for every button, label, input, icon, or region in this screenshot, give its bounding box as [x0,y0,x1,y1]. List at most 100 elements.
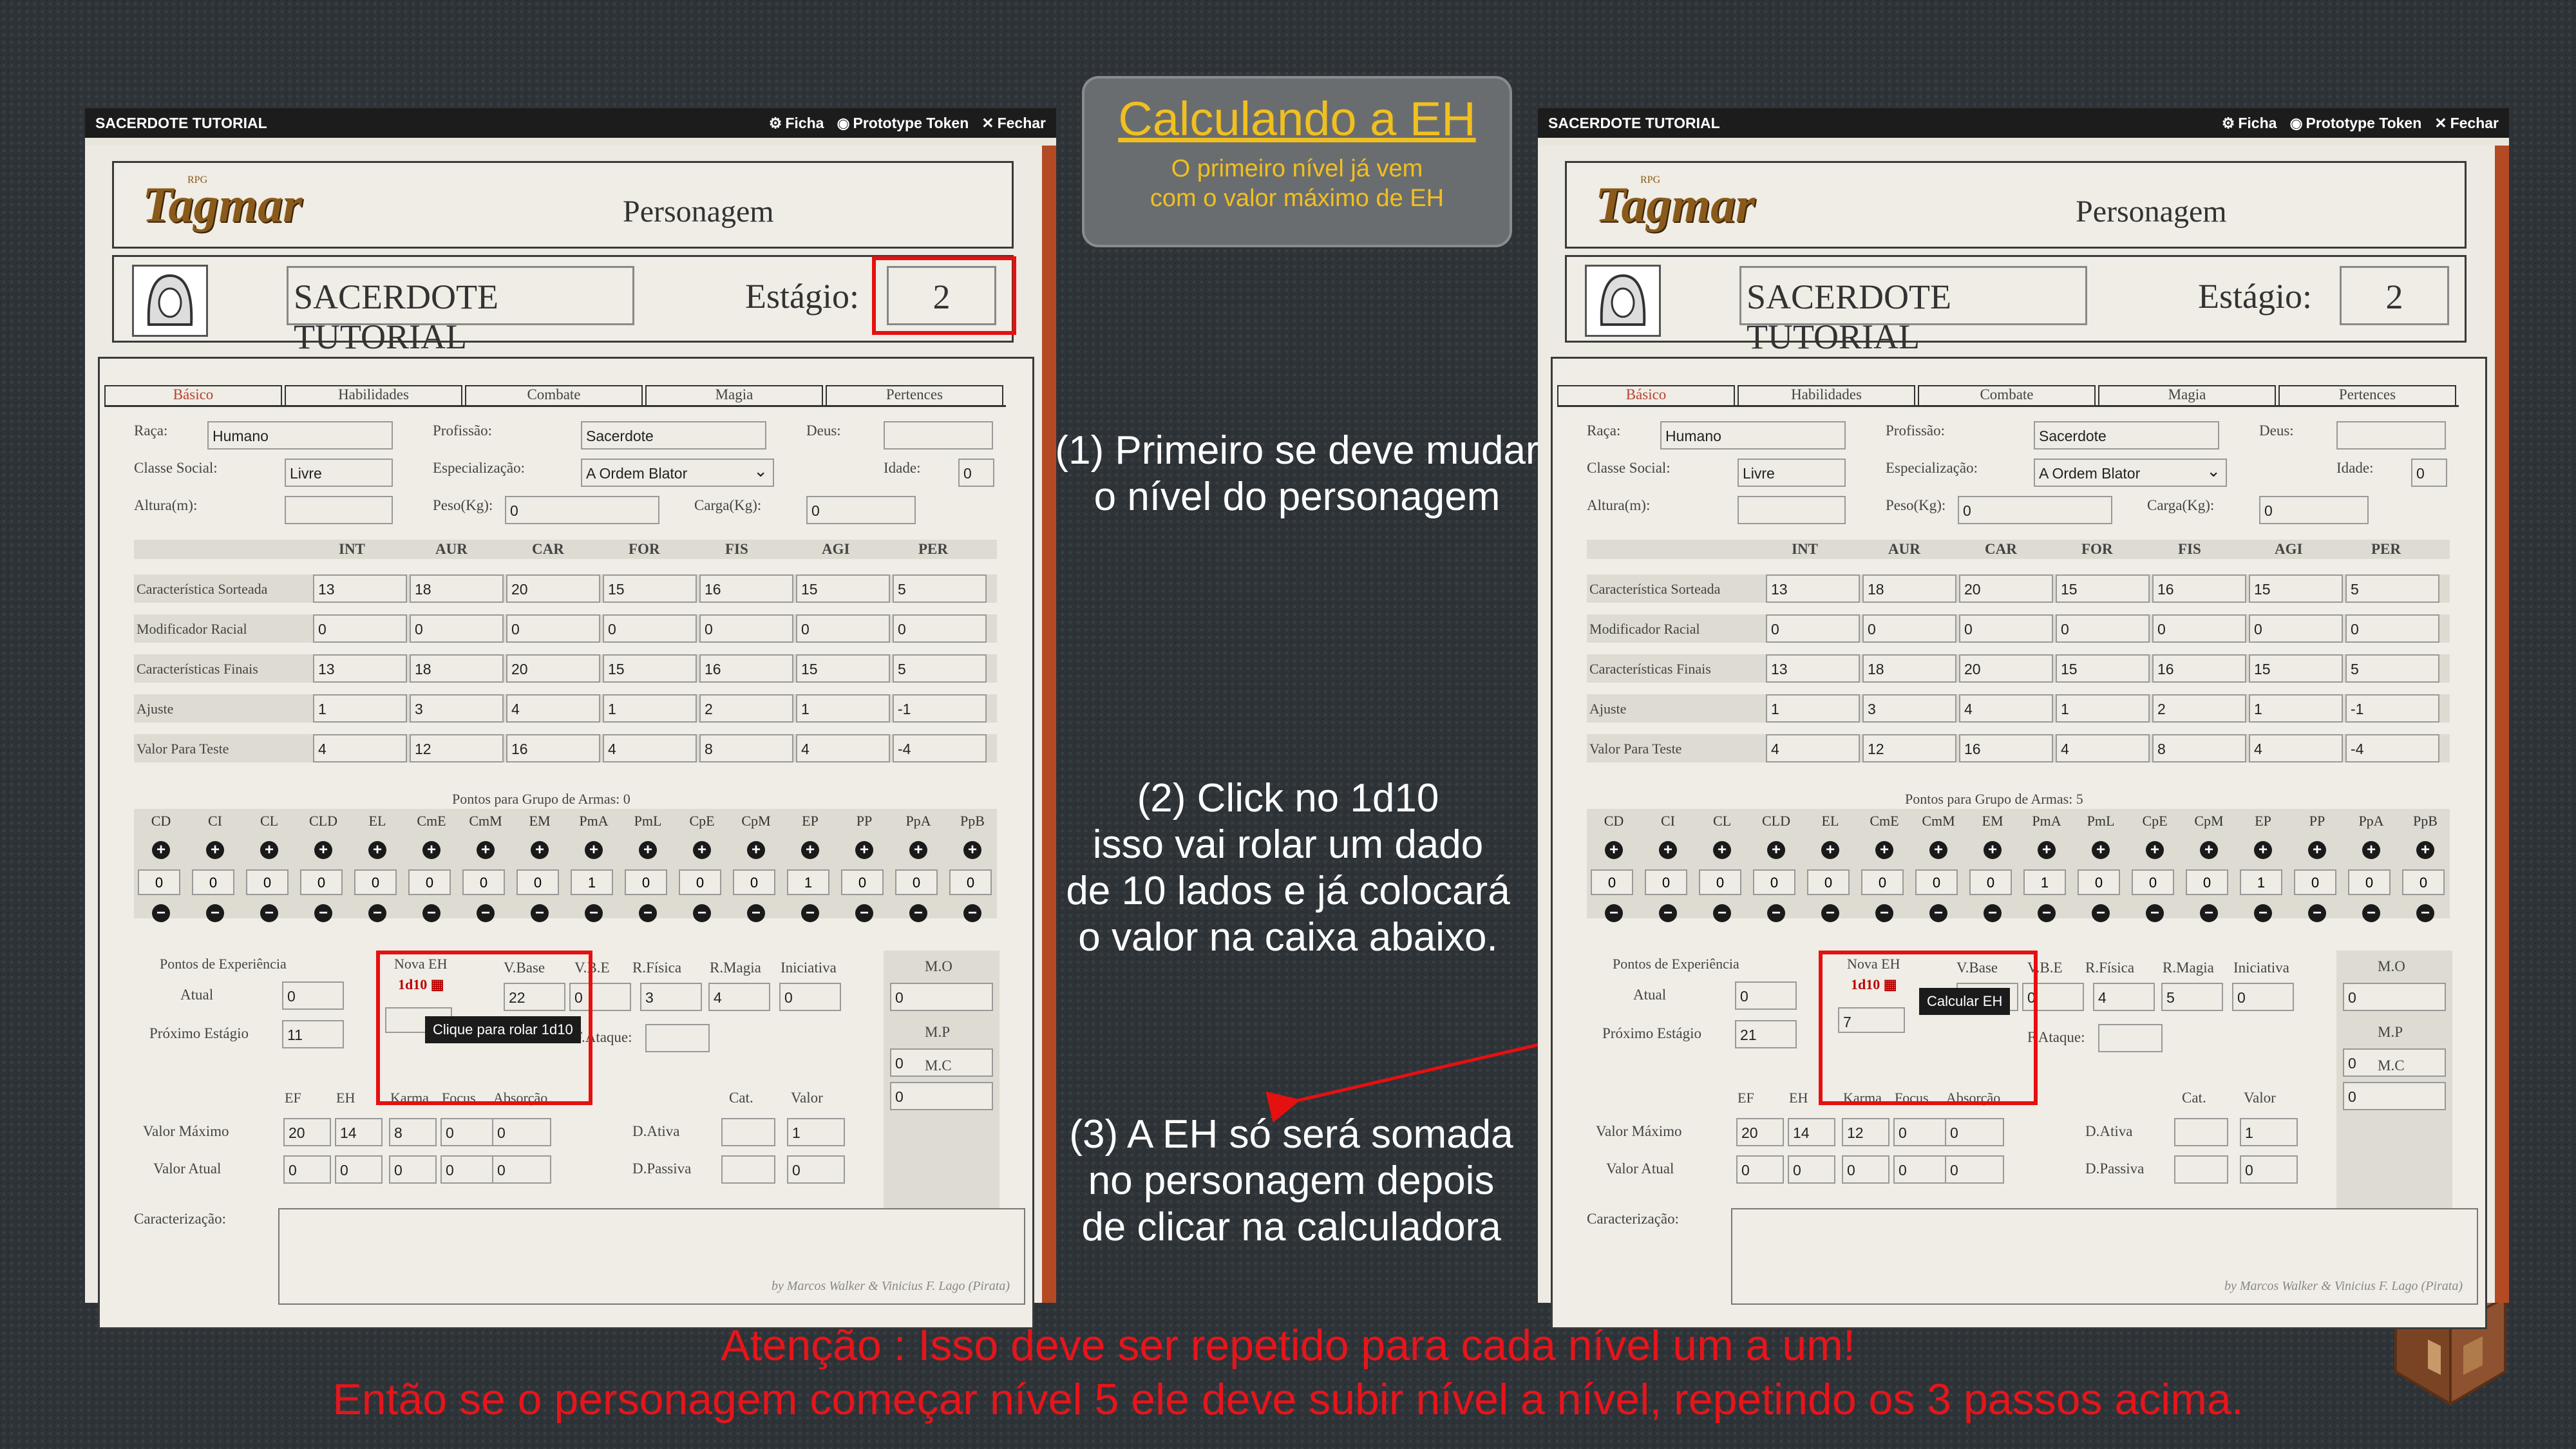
minus-icon[interactable]: − [368,904,386,922]
attr-cell[interactable]: 5 [2345,654,2439,683]
attr-cell[interactable]: 16 [2152,654,2246,683]
profissao-field[interactable]: Sacerdote [581,421,766,450]
mo-field[interactable]: 0 [2343,983,2446,1011]
attr-cell[interactable]: 5 [893,574,987,603]
tab-1[interactable]: Habilidades [285,385,462,405]
attr-cell[interactable]: 0 [1959,614,2053,643]
attr-cell[interactable]: 0 [2345,614,2439,643]
weapon-group-value[interactable]: 1 [787,869,829,895]
minus-icon[interactable]: − [1605,904,1623,922]
weapon-group-value[interactable]: 0 [138,869,180,895]
plus-icon[interactable]: + [909,841,927,859]
minus-icon[interactable]: − [1659,904,1677,922]
minus-icon[interactable]: − [2038,904,2056,922]
minus-icon[interactable]: − [1984,904,2002,922]
close-button[interactable]: ✕ Fechar [2434,115,2499,132]
attr-cell[interactable]: 20 [1959,574,2053,603]
plus-icon[interactable]: + [2308,841,2326,859]
plus-icon[interactable]: + [1605,841,1623,859]
attr-cell[interactable]: 5 [2345,574,2439,603]
attr-cell[interactable]: -4 [2345,734,2439,762]
plus-icon[interactable]: + [639,841,657,859]
weapon-group-value[interactable]: 0 [895,869,938,895]
minus-icon[interactable]: − [747,904,765,922]
plus-icon[interactable]: + [531,841,549,859]
weapon-group-value[interactable]: 0 [300,869,343,895]
plus-icon[interactable]: + [1984,841,2002,859]
weapon-group-value[interactable]: 0 [1915,869,1958,895]
plus-icon[interactable]: + [260,841,278,859]
attr-cell[interactable]: 0 [2056,614,2150,643]
mc-field[interactable]: 0 [890,1082,993,1110]
valor-atual-field[interactable]: 0 [335,1155,383,1184]
attr-cell[interactable]: 0 [603,614,697,643]
weapon-group-value[interactable]: 0 [733,869,775,895]
dativa-cat-field[interactable] [721,1118,775,1146]
attr-cell[interactable]: 0 [1766,614,1860,643]
minus-icon[interactable]: − [477,904,495,922]
plus-icon[interactable]: + [1821,841,1839,859]
tab-0[interactable]: Básico [1557,385,1735,405]
iniciativa-field[interactable]: 0 [779,983,841,1011]
attr-cell[interactable]: 15 [603,574,697,603]
close-button[interactable]: ✕ Fechar [981,115,1046,132]
weapon-group-value[interactable]: 0 [2078,869,2120,895]
weapon-group-value[interactable]: 0 [841,869,884,895]
minus-icon[interactable]: − [801,904,819,922]
minus-icon[interactable]: − [1713,904,1731,922]
attr-cell[interactable]: 0 [2249,614,2343,643]
valor-max-field[interactable]: 14 [1788,1118,1835,1146]
tab-4[interactable]: Pertences [2278,385,2456,405]
weapon-group-value[interactable]: 0 [1807,869,1850,895]
attr-cell[interactable]: 1 [313,694,407,723]
weapon-group-value[interactable]: 1 [2023,869,2066,895]
attr-cell[interactable]: 20 [1959,654,2053,683]
plus-icon[interactable]: + [2416,841,2434,859]
tab-0[interactable]: Básico [104,385,282,405]
mo-field[interactable]: 0 [890,983,993,1011]
weapon-group-value[interactable]: 0 [2402,869,2445,895]
attr-cell[interactable]: 4 [2249,734,2343,762]
attr-cell[interactable]: 18 [1862,574,1956,603]
minus-icon[interactable]: − [909,904,927,922]
valor-atual-field[interactable]: 0 [389,1155,437,1184]
valor-max-field[interactable]: 20 [1736,1118,1784,1146]
iniciativa-field[interactable]: 0 [2232,983,2294,1011]
attr-cell[interactable]: 13 [1766,574,1860,603]
plus-icon[interactable]: + [2254,841,2272,859]
weapon-group-value[interactable]: 0 [354,869,397,895]
valor-atual-field[interactable]: 0 [440,1155,500,1184]
minus-icon[interactable]: − [585,904,603,922]
attr-cell[interactable]: 16 [506,734,600,762]
valor-atual-field[interactable]: 0 [492,1155,551,1184]
attr-cell[interactable]: 2 [699,694,793,723]
valor-max-field[interactable]: 0 [1893,1118,1953,1146]
estagio-field[interactable]: 2 [2340,266,2449,325]
idade-field[interactable]: 0 [2411,459,2447,487]
attr-cell[interactable]: 1 [1766,694,1860,723]
attr-cell[interactable]: 0 [699,614,793,643]
weapon-group-value[interactable]: 0 [516,869,559,895]
plus-icon[interactable]: + [2362,841,2380,859]
tab-1[interactable]: Habilidades [1738,385,1915,405]
minus-icon[interactable]: − [2308,904,2326,922]
plus-icon[interactable]: + [152,841,170,859]
plus-icon[interactable]: + [963,841,981,859]
attr-cell[interactable]: 15 [603,654,697,683]
attr-cell[interactable]: 4 [603,734,697,762]
weapon-group-value[interactable]: 1 [2240,869,2282,895]
attr-cell[interactable]: 1 [603,694,697,723]
plus-icon[interactable]: + [477,841,495,859]
raca-field[interactable]: Humano [207,421,393,450]
valor-max-field[interactable]: 20 [283,1118,331,1146]
attr-cell[interactable]: 18 [410,654,504,683]
valor-max-field[interactable]: 8 [389,1118,437,1146]
plus-icon[interactable]: + [206,841,224,859]
attr-cell[interactable]: 15 [2249,574,2343,603]
attr-cell[interactable]: 4 [313,734,407,762]
classe-field[interactable]: Livre [1738,459,1846,487]
fataque-field[interactable] [2098,1024,2163,1052]
attr-cell[interactable]: 4 [1766,734,1860,762]
plus-icon[interactable]: + [1713,841,1731,859]
ficha-button[interactable]: ⚙ Ficha [769,115,824,132]
